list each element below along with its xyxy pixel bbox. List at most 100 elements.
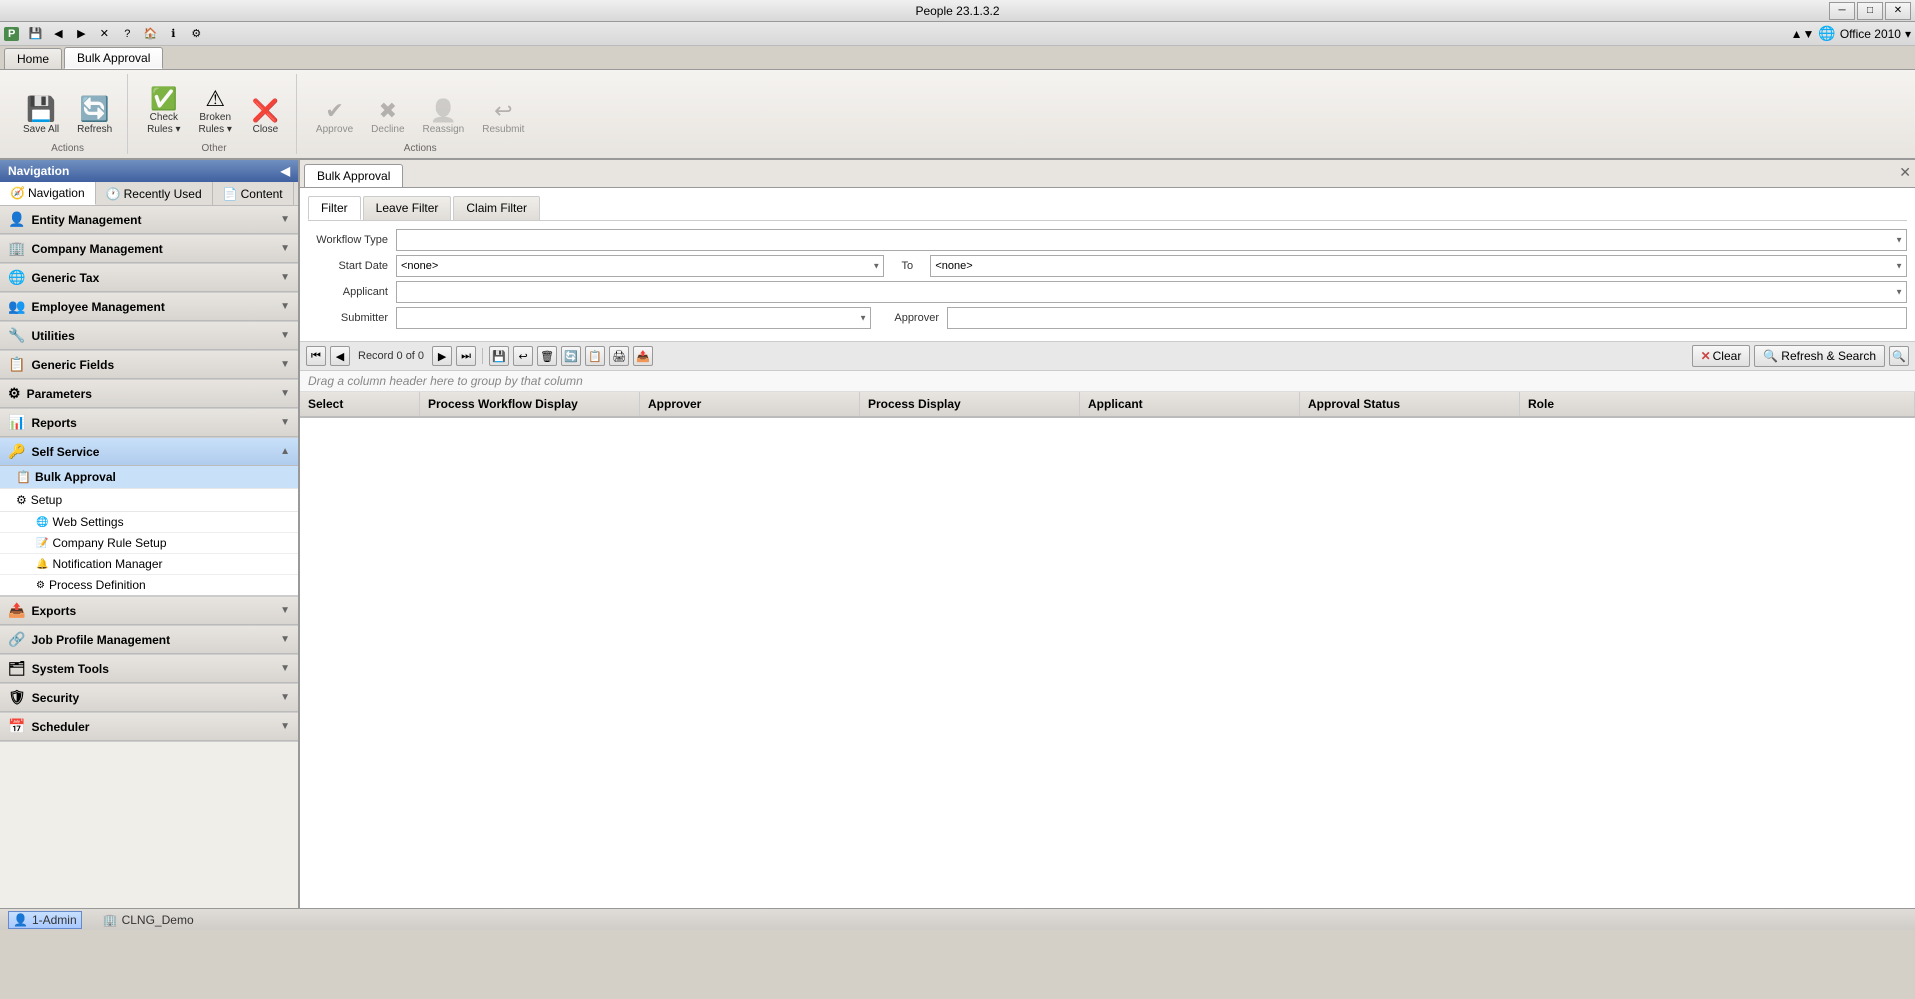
search-expand-button[interactable]: 🔍 bbox=[1889, 346, 1909, 366]
nav-first-button[interactable]: ⏮ bbox=[306, 346, 326, 366]
theme-dropdown[interactable]: ▾ bbox=[1905, 27, 1911, 41]
theme-arrows[interactable]: ▲▼ bbox=[1791, 27, 1815, 41]
nav-prev-button[interactable]: ◀ bbox=[330, 346, 350, 366]
filter-tab-claim[interactable]: Claim Filter bbox=[453, 196, 540, 220]
quick-info-button[interactable]: ℹ bbox=[162, 24, 184, 44]
quick-help-button[interactable]: ? bbox=[116, 24, 138, 44]
self-service-chevron: ▲ bbox=[280, 446, 290, 457]
resubmit-button[interactable]: ↩ Resubmit bbox=[475, 95, 531, 141]
grid-col-process-display[interactable]: Process Display bbox=[860, 392, 1080, 416]
print-button[interactable]: 🖨 bbox=[609, 346, 629, 366]
nav-item-web-settings[interactable]: 🌐 Web Settings bbox=[0, 512, 298, 533]
section-exports: 📤Exports ▼ bbox=[0, 597, 298, 626]
grid-header: Select Process Workflow Display Approver… bbox=[300, 392, 1915, 418]
sidebar-tab-recently-used[interactable]: 🕐 Recently Used bbox=[96, 182, 213, 205]
undo-button[interactable]: ↩ bbox=[513, 346, 533, 366]
to-date-select-wrap: <none> bbox=[930, 255, 1907, 277]
col-approver-label: Approver bbox=[648, 397, 701, 411]
filter-tab-filter[interactable]: Filter bbox=[308, 196, 361, 220]
window-close-button[interactable]: ✕ bbox=[1885, 2, 1911, 20]
section-parameters-header[interactable]: ⚙Parameters ▼ bbox=[0, 380, 298, 408]
status-bar: 👤 1-Admin 🏢 CLNG_Demo bbox=[0, 908, 1915, 930]
grid-col-approver[interactable]: Approver bbox=[640, 392, 860, 416]
grid-col-process-workflow[interactable]: Process Workflow Display bbox=[420, 392, 640, 416]
save-all-button[interactable]: 💾 Save All bbox=[16, 93, 66, 141]
section-entity-management-header[interactable]: 👤Entity Management ▼ bbox=[0, 206, 298, 234]
filter-panel: Filter Leave Filter Claim Filter Workflo… bbox=[300, 188, 1915, 342]
nav-item-process-definition[interactable]: ⚙ Process Definition bbox=[0, 575, 298, 596]
section-exports-header[interactable]: 📤Exports ▼ bbox=[0, 597, 298, 625]
grid-col-role[interactable]: Role bbox=[1520, 392, 1915, 416]
quick-home-button[interactable]: 🏠 bbox=[139, 24, 161, 44]
section-generic-tax-header[interactable]: 🌐Generic Tax ▼ bbox=[0, 264, 298, 292]
content-close-button[interactable]: ✕ bbox=[1899, 164, 1911, 181]
ribbon-workflow-buttons: ✔ Approve ✖ Decline 👤 Reassign ↩ Resubmi… bbox=[309, 74, 532, 141]
nav-item-notification-manager[interactable]: 🔔 Notification Manager bbox=[0, 554, 298, 575]
delete-button[interactable]: 🗑 bbox=[537, 346, 557, 366]
copy-button[interactable]: 📋 bbox=[585, 346, 605, 366]
quick-back-button[interactable]: ◀ bbox=[47, 24, 69, 44]
minimize-button[interactable]: ─ bbox=[1829, 2, 1855, 20]
applicant-select[interactable] bbox=[396, 281, 1907, 303]
section-generic-fields-header[interactable]: 📋Generic Fields ▼ bbox=[0, 351, 298, 379]
filter-tab-leave[interactable]: Leave Filter bbox=[363, 196, 452, 220]
workflow-type-select[interactable] bbox=[396, 229, 1907, 251]
save-button[interactable]: 💾 bbox=[489, 346, 509, 366]
grid-col-approval-status[interactable]: Approval Status bbox=[1300, 392, 1520, 416]
applicant-row: Applicant bbox=[308, 281, 1907, 303]
maximize-button[interactable]: □ bbox=[1857, 2, 1883, 20]
section-company-management-header[interactable]: 🏢Company Management ▼ bbox=[0, 235, 298, 263]
export-button[interactable]: 📤 bbox=[633, 346, 653, 366]
sidebar-collapse-icon[interactable]: ◀ bbox=[281, 164, 290, 178]
reassign-button[interactable]: 👤 Reassign bbox=[416, 95, 472, 141]
sidebar-tab-navigation[interactable]: 🧭 Navigation bbox=[0, 182, 96, 205]
col-approval-status-label: Approval Status bbox=[1308, 397, 1400, 411]
quick-forward-button[interactable]: ▶ bbox=[70, 24, 92, 44]
bulk-approval-tab[interactable]: Bulk Approval bbox=[64, 47, 163, 69]
sidebar-header: Navigation ◀ bbox=[0, 160, 298, 182]
status-clng-demo[interactable]: 🏢 CLNG_Demo bbox=[98, 911, 199, 929]
decline-button[interactable]: ✖ Decline bbox=[364, 95, 411, 141]
refresh-toolbar-button[interactable]: 🔄 bbox=[561, 346, 581, 366]
quick-stop-button[interactable]: ✕ bbox=[93, 24, 115, 44]
nav-item-bulk-approval[interactable]: 📋 Bulk Approval bbox=[0, 466, 298, 489]
nav-item-setup[interactable]: ⚙ Setup bbox=[0, 489, 298, 512]
bulk-approval-nav-label: Bulk Approval bbox=[35, 470, 116, 484]
close-icon: ❌ bbox=[252, 100, 279, 122]
filter-tab-claim-label: Claim Filter bbox=[466, 201, 527, 215]
section-utilities-header[interactable]: 🔧Utilities ▼ bbox=[0, 322, 298, 350]
nav-next-button[interactable]: ▶ bbox=[432, 346, 452, 366]
quick-save-button[interactable]: 💾 bbox=[24, 24, 46, 44]
section-scheduler-header[interactable]: 📅Scheduler ▼ bbox=[0, 713, 298, 741]
clear-button[interactable]: ✕ Clear bbox=[1692, 345, 1751, 367]
quick-settings-button[interactable]: ⚙ bbox=[185, 24, 207, 44]
start-date-select[interactable]: <none> bbox=[396, 255, 884, 277]
to-date-select[interactable]: <none> bbox=[930, 255, 1907, 277]
section-system-tools-header[interactable]: 🗂System Tools ▼ bbox=[0, 655, 298, 683]
check-rules-button[interactable]: ✅ CheckRules ▾ bbox=[140, 83, 187, 141]
status-admin[interactable]: 👤 1-Admin bbox=[8, 911, 82, 929]
approve-button[interactable]: ✔ Approve bbox=[309, 95, 360, 141]
submitter-select[interactable] bbox=[396, 307, 871, 329]
self-service-items: 📋 Bulk Approval ⚙ Setup 🌐 Web Settings bbox=[0, 466, 298, 596]
section-job-profile-management-header[interactable]: 🔗Job Profile Management ▼ bbox=[0, 626, 298, 654]
broken-rules-button[interactable]: ⚠ BrokenRules ▾ bbox=[192, 83, 239, 141]
grid-col-applicant[interactable]: Applicant bbox=[1080, 392, 1300, 416]
grid-col-select[interactable]: Select bbox=[300, 392, 420, 416]
section-security-header[interactable]: 🛡Security ▼ bbox=[0, 684, 298, 712]
reports-chevron: ▼ bbox=[280, 417, 290, 428]
home-tab[interactable]: Home bbox=[4, 48, 62, 69]
approver-input[interactable] bbox=[947, 307, 1907, 329]
close-button[interactable]: ❌ Close bbox=[243, 95, 288, 141]
security-icon: 🛡 bbox=[8, 689, 26, 705]
nav-last-button[interactable]: ⏭ bbox=[456, 346, 476, 366]
section-reports-header[interactable]: 📊Reports ▼ bbox=[0, 409, 298, 437]
refresh-button[interactable]: 🔄 Refresh bbox=[70, 93, 119, 141]
section-self-service-header[interactable]: 🔑Self Service ▲ bbox=[0, 438, 298, 466]
refresh-search-button[interactable]: 🔍 Refresh & Search bbox=[1754, 345, 1885, 367]
sidebar-tab-content[interactable]: 📄 Content bbox=[213, 182, 294, 205]
bulk-approval-content-tab[interactable]: Bulk Approval bbox=[304, 164, 403, 187]
section-employee-management-header[interactable]: 👥Employee Management ▼ bbox=[0, 293, 298, 321]
record-count: Record 0 of 0 bbox=[358, 350, 424, 362]
nav-item-company-rule-setup[interactable]: 📝 Company Rule Setup bbox=[0, 533, 298, 554]
